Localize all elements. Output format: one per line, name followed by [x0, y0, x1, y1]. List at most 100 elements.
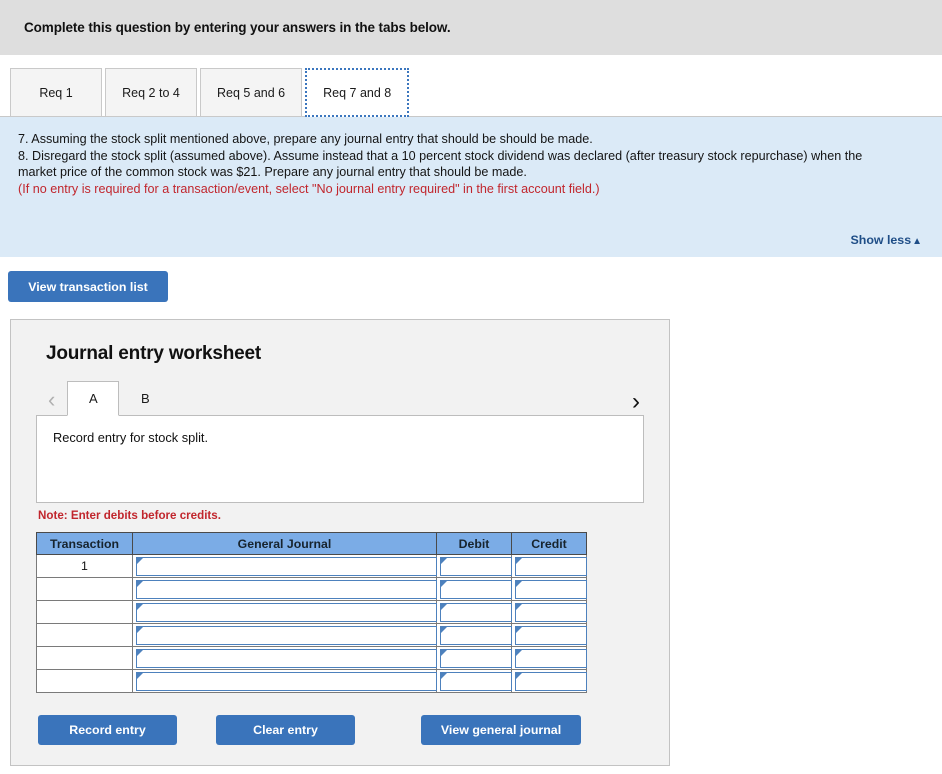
table-row — [36, 600, 587, 624]
dropdown-flag-icon — [516, 649, 522, 656]
caret-up-icon: ▲ — [912, 236, 922, 247]
credit-input[interactable] — [515, 625, 587, 645]
question-line-8: 8. Disregard the stock split (assumed ab… — [18, 148, 863, 180]
instruction-text: Complete this question by entering your … — [24, 20, 451, 35]
general-journal-cell[interactable] — [132, 600, 437, 624]
tab-req-5-and-6[interactable]: Req 5 and 6 — [200, 68, 303, 117]
column-header-debit: Debit — [436, 532, 512, 555]
debit-cell[interactable] — [436, 600, 512, 624]
general-journal-input[interactable] — [136, 625, 437, 645]
credit-input[interactable] — [515, 556, 587, 576]
worksheet-actions: Record entry Clear entry View general jo… — [36, 715, 644, 745]
dropdown-flag-icon — [137, 649, 143, 656]
general-journal-cell[interactable] — [132, 577, 437, 601]
entry-tab-b[interactable]: B — [119, 381, 171, 416]
transaction-number-cell — [36, 577, 133, 601]
credit-cell[interactable] — [511, 623, 587, 647]
table-row — [36, 623, 587, 647]
debit-input[interactable] — [440, 648, 512, 668]
dropdown-flag-icon — [137, 557, 143, 564]
show-less-toggle[interactable]: Show less▲ — [850, 233, 922, 247]
column-header-transaction: Transaction — [36, 532, 133, 555]
dropdown-flag-icon — [441, 649, 447, 656]
general-journal-cell[interactable] — [132, 646, 437, 670]
table-row — [36, 577, 587, 601]
entry-tab-a[interactable]: A — [67, 381, 120, 416]
column-header-general-journal: General Journal — [132, 532, 437, 555]
debit-cell[interactable] — [436, 623, 512, 647]
credit-input[interactable] — [515, 671, 587, 691]
debit-cell[interactable] — [436, 646, 512, 670]
debit-cell[interactable] — [436, 577, 512, 601]
entry-description-box: Record entry for stock split. — [36, 415, 644, 503]
tab-req-1[interactable]: Req 1 — [10, 68, 102, 117]
dropdown-flag-icon — [441, 672, 447, 679]
general-journal-cell[interactable] — [132, 623, 437, 647]
table-row — [36, 669, 587, 693]
table-row: 1 — [36, 554, 587, 578]
dropdown-flag-icon — [137, 672, 143, 679]
view-transaction-list-button[interactable]: View transaction list — [8, 271, 168, 302]
credit-cell[interactable] — [511, 600, 587, 624]
table-row — [36, 646, 587, 670]
general-journal-input[interactable] — [136, 579, 437, 599]
table-header-row: Transaction General Journal Debit Credit — [36, 532, 587, 555]
credit-input[interactable] — [515, 602, 587, 622]
clear-entry-button[interactable]: Clear entry — [216, 715, 355, 745]
instruction-bar: Complete this question by entering your … — [0, 0, 942, 55]
worksheet-title: Journal entry worksheet — [46, 343, 262, 364]
dropdown-flag-icon — [441, 603, 447, 610]
debit-input[interactable] — [440, 602, 512, 622]
view-general-journal-button[interactable]: View general journal — [421, 715, 581, 745]
record-entry-button[interactable]: Record entry — [38, 715, 177, 745]
chevron-right-icon[interactable]: › — [632, 390, 640, 414]
debit-input[interactable] — [440, 556, 512, 576]
journal-entry-worksheet-panel: Journal entry worksheet ‹ A B › Record e… — [10, 319, 670, 766]
transaction-number-cell: 1 — [36, 554, 133, 578]
transaction-number-cell — [36, 646, 133, 670]
question-panel: 7. Assuming the stock split mentioned ab… — [0, 117, 942, 257]
dropdown-flag-icon — [137, 580, 143, 587]
dropdown-flag-icon — [516, 557, 522, 564]
journal-entry-table: Transaction General Journal Debit Credit… — [36, 532, 587, 693]
general-journal-input[interactable] — [136, 602, 437, 622]
tab-req-2-to-4[interactable]: Req 2 to 4 — [105, 68, 197, 117]
dropdown-flag-icon — [516, 603, 522, 610]
dropdown-flag-icon — [137, 603, 143, 610]
entry-description-text: Record entry for stock split. — [53, 430, 209, 445]
dropdown-flag-icon — [516, 580, 522, 587]
general-journal-cell[interactable] — [132, 669, 437, 693]
debits-before-credits-note: Note: Enter debits before credits. — [38, 509, 221, 522]
debit-input[interactable] — [440, 671, 512, 691]
debit-cell[interactable] — [436, 554, 512, 578]
credit-cell[interactable] — [511, 577, 587, 601]
debit-cell[interactable] — [436, 669, 512, 693]
debit-input[interactable] — [440, 625, 512, 645]
dropdown-flag-icon — [137, 626, 143, 633]
dropdown-flag-icon — [441, 580, 447, 587]
dropdown-flag-icon — [516, 626, 522, 633]
debit-input[interactable] — [440, 579, 512, 599]
question-line-7: 7. Assuming the stock split mentioned ab… — [18, 132, 593, 146]
dropdown-flag-icon — [441, 557, 447, 564]
show-less-label: Show less — [850, 233, 912, 247]
entry-tab-row: ‹ A B › — [36, 381, 644, 416]
column-header-credit: Credit — [511, 532, 587, 555]
dropdown-flag-icon — [441, 626, 447, 633]
dropdown-flag-icon — [516, 672, 522, 679]
credit-cell[interactable] — [511, 669, 587, 693]
general-journal-input[interactable] — [136, 556, 437, 576]
credit-input[interactable] — [515, 579, 587, 599]
general-journal-input[interactable] — [136, 671, 437, 691]
credit-cell[interactable] — [511, 554, 587, 578]
tab-req-7-and-8[interactable]: Req 7 and 8 — [305, 68, 410, 117]
general-journal-input[interactable] — [136, 648, 437, 668]
question-no-entry-note: (If no entry is required for a transacti… — [18, 181, 600, 196]
chevron-left-icon[interactable]: ‹ — [44, 389, 67, 416]
credit-input[interactable] — [515, 648, 587, 668]
credit-cell[interactable] — [511, 646, 587, 670]
transaction-number-cell — [36, 623, 133, 647]
general-journal-cell[interactable] — [132, 554, 437, 578]
requirement-tabstrip: Req 1 Req 2 to 4 Req 5 and 6 Req 7 and 8 — [0, 55, 942, 117]
transaction-number-cell — [36, 600, 133, 624]
